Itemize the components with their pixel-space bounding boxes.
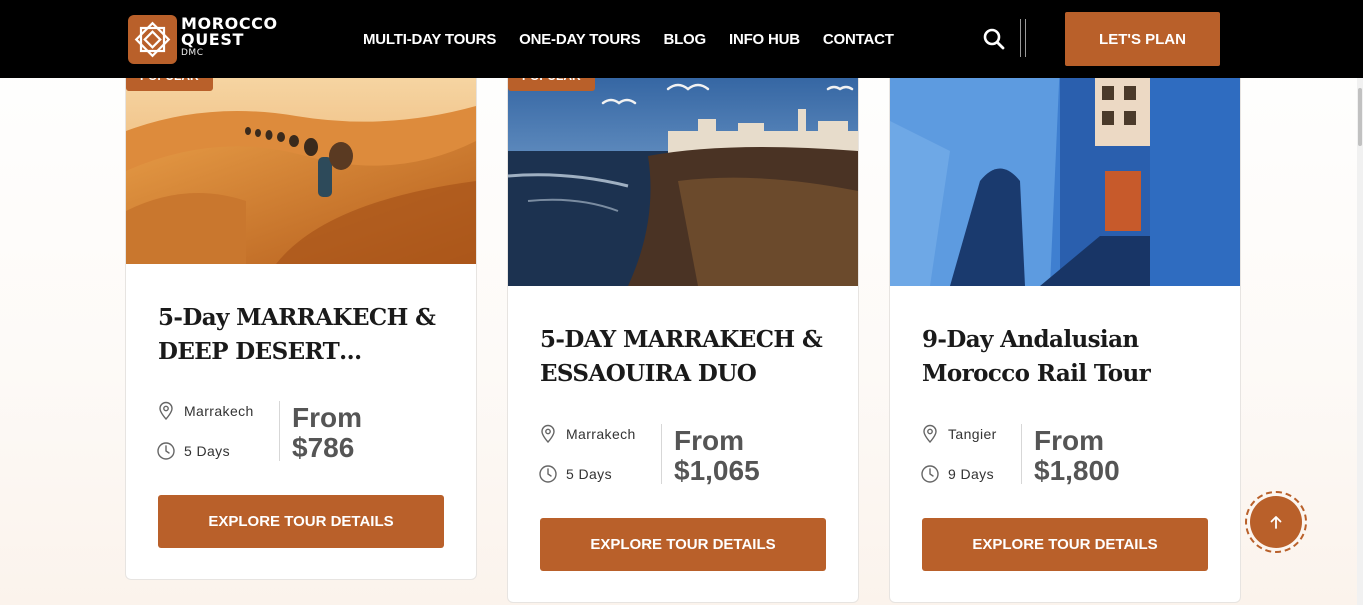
tour-card: POPULAR 5-Day MARRAKECH & DEEP DESERT… M… bbox=[125, 60, 477, 580]
location-text: Marrakech bbox=[566, 426, 636, 442]
logo-text: MOROCCO QUEST DMC bbox=[181, 16, 278, 59]
main-nav: MULTI-DAY TOURS ONE-DAY TOURS BLOG INFO … bbox=[363, 0, 917, 78]
price-from-label: From bbox=[1034, 425, 1104, 456]
location-text: Marrakech bbox=[184, 403, 254, 419]
tour-duration: 5 Days bbox=[538, 464, 612, 484]
scrollbar-thumb[interactable] bbox=[1358, 88, 1362, 146]
tour-title[interactable]: 5-DAY MARRAKECH & ESSAOUIRA DUO bbox=[540, 323, 830, 391]
nav-one-day-tours[interactable]: ONE-DAY TOURS bbox=[519, 31, 641, 48]
tour-title[interactable]: 5-Day MARRAKECH & DEEP DESERT… bbox=[158, 301, 448, 369]
duration-text: 5 Days bbox=[184, 443, 230, 459]
search-icon[interactable] bbox=[982, 27, 1006, 51]
location-text: Tangier bbox=[948, 426, 997, 442]
tour-duration: 9 Days bbox=[920, 464, 994, 484]
tour-card: 9-Day Andalusian Morocco Rail Tour Tangi… bbox=[889, 60, 1241, 603]
lets-plan-button[interactable]: LET'S PLAN bbox=[1065, 12, 1220, 66]
tour-image-essaouira[interactable]: POPULAR bbox=[508, 61, 858, 286]
price-value: $1,065 bbox=[674, 455, 760, 486]
logo-star-icon bbox=[128, 15, 177, 64]
clock-icon bbox=[157, 442, 175, 460]
price-from-label: From bbox=[292, 402, 362, 433]
nav-blog[interactable]: BLOG bbox=[663, 31, 706, 48]
logo-sub: DMC bbox=[181, 48, 204, 58]
site-header: MOROCCO QUEST DMC MULTI-DAY TOURS ONE-DA… bbox=[0, 0, 1363, 78]
clock-icon bbox=[539, 465, 557, 483]
clock-icon bbox=[921, 465, 939, 483]
price-value: $786 bbox=[292, 432, 355, 463]
location-pin-icon bbox=[541, 424, 555, 444]
tour-image-chefchaouen[interactable] bbox=[890, 61, 1240, 286]
nav-info-hub[interactable]: INFO HUB bbox=[729, 31, 800, 48]
location-pin-icon bbox=[159, 401, 173, 421]
header-divider bbox=[1020, 19, 1021, 57]
tour-title-line: 9-Day Andalusian bbox=[922, 326, 1139, 353]
tour-location: Marrakech bbox=[156, 401, 254, 421]
tour-duration: 5 Days bbox=[156, 441, 230, 461]
explore-tour-button[interactable]: EXPLORE TOUR DETAILS bbox=[922, 518, 1208, 571]
tour-title-line: Morocco Rail Tour bbox=[922, 360, 1151, 387]
tour-title-line: 5-Day MARRAKECH & bbox=[158, 304, 436, 331]
location-pin-icon bbox=[923, 424, 937, 444]
tour-title[interactable]: 9-Day Andalusian Morocco Rail Tour bbox=[922, 323, 1212, 391]
duration-text: 9 Days bbox=[948, 466, 994, 482]
price-divider bbox=[1021, 424, 1022, 484]
price-from-label: From bbox=[674, 425, 744, 456]
explore-tour-button[interactable]: EXPLORE TOUR DETAILS bbox=[540, 518, 826, 571]
tour-location: Tangier bbox=[920, 424, 997, 444]
scroll-to-top-button[interactable] bbox=[1250, 496, 1302, 548]
tour-title-line: 5-DAY MARRAKECH & bbox=[540, 326, 823, 353]
nav-multi-day-tours[interactable]: MULTI-DAY TOURS bbox=[363, 31, 496, 48]
logo-line-2: QUEST bbox=[181, 30, 244, 49]
tour-location: Marrakech bbox=[538, 424, 636, 444]
logo[interactable]: MOROCCO QUEST DMC bbox=[128, 15, 278, 65]
explore-tour-button[interactable]: EXPLORE TOUR DETAILS bbox=[158, 495, 444, 548]
price-divider bbox=[661, 424, 662, 484]
tour-card: POPULAR 5-DAY MARRAKECH & ESSAOUIRA DUO … bbox=[507, 60, 859, 603]
tour-image-desert[interactable]: POPULAR bbox=[126, 61, 476, 264]
tour-title-line: DEEP DESERT… bbox=[158, 338, 362, 365]
nav-contact[interactable]: CONTACT bbox=[823, 31, 894, 48]
price-divider bbox=[279, 401, 280, 461]
tour-title-line: ESSAOUIRA DUO bbox=[540, 360, 757, 387]
header-divider bbox=[1025, 19, 1026, 57]
price-value: $1,800 bbox=[1034, 455, 1120, 486]
duration-text: 5 Days bbox=[566, 466, 612, 482]
arrow-up-icon bbox=[1270, 516, 1282, 529]
